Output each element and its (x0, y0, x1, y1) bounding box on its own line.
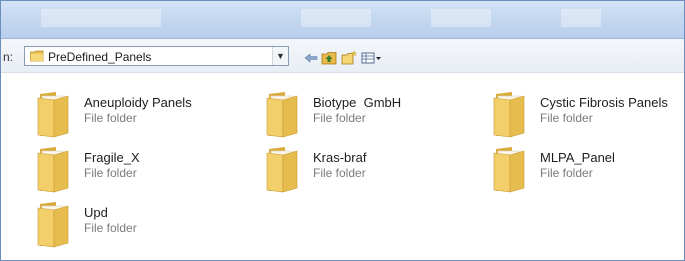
up-folder-icon[interactable] (321, 51, 337, 65)
folder-icon (37, 202, 69, 248)
folder-name: Kras-braf (313, 150, 367, 165)
folder-icon (493, 147, 525, 193)
folder-item[interactable]: Fragile_X File folder (34, 143, 244, 193)
address-bar[interactable]: PreDefined_Panels ▼ (24, 46, 289, 66)
folder-list: Aneuploidy Panels File folder Biotype Gm… (1, 73, 684, 260)
folder-name: MLPA_Panel (540, 150, 615, 165)
folder-icon (266, 92, 298, 138)
folder-name: Aneuploidy Panels (84, 95, 192, 110)
folder-icon (493, 92, 525, 138)
address-path: PreDefined_Panels (48, 50, 152, 64)
folder-icon (30, 50, 44, 62)
folder-name: Fragile_X (84, 150, 140, 165)
folder-type: File folder (84, 221, 137, 235)
folder-name: Biotype GmbH (313, 95, 402, 110)
folder-type: File folder (540, 166, 593, 180)
folder-item[interactable]: Aneuploidy Panels File folder (34, 88, 244, 138)
address-label: n: (3, 50, 14, 64)
address-dropdown-button[interactable]: ▼ (272, 47, 288, 65)
title-bar (1, 1, 684, 39)
folder-icon (266, 147, 298, 193)
folder-name: Upd (84, 205, 108, 220)
views-icon[interactable] (361, 51, 383, 65)
back-arrow-icon[interactable] (303, 51, 319, 65)
folder-item[interactable]: MLPA_Panel File folder (490, 143, 685, 193)
folder-item[interactable]: Biotype GmbH File folder (263, 88, 473, 138)
new-folder-icon[interactable] (341, 51, 357, 65)
folder-name: Cystic Fibrosis Panels (540, 95, 668, 110)
folder-type: File folder (84, 166, 137, 180)
toolbar: n: PreDefined_Panels ▼ (1, 39, 684, 73)
folder-type: File folder (313, 166, 366, 180)
chevron-down-icon: ▼ (276, 51, 285, 61)
folder-icon (37, 147, 69, 193)
folder-icon (37, 92, 69, 138)
folder-type: File folder (84, 111, 137, 125)
explorer-window: n: PreDefined_Panels ▼ Aneuploidy Panels… (0, 0, 685, 261)
folder-type: File folder (313, 111, 366, 125)
folder-item[interactable]: Cystic Fibrosis Panels File folder (490, 88, 685, 138)
folder-item[interactable]: Upd File folder (34, 198, 244, 248)
folder-item[interactable]: Kras-braf File folder (263, 143, 473, 193)
folder-type: File folder (540, 111, 593, 125)
